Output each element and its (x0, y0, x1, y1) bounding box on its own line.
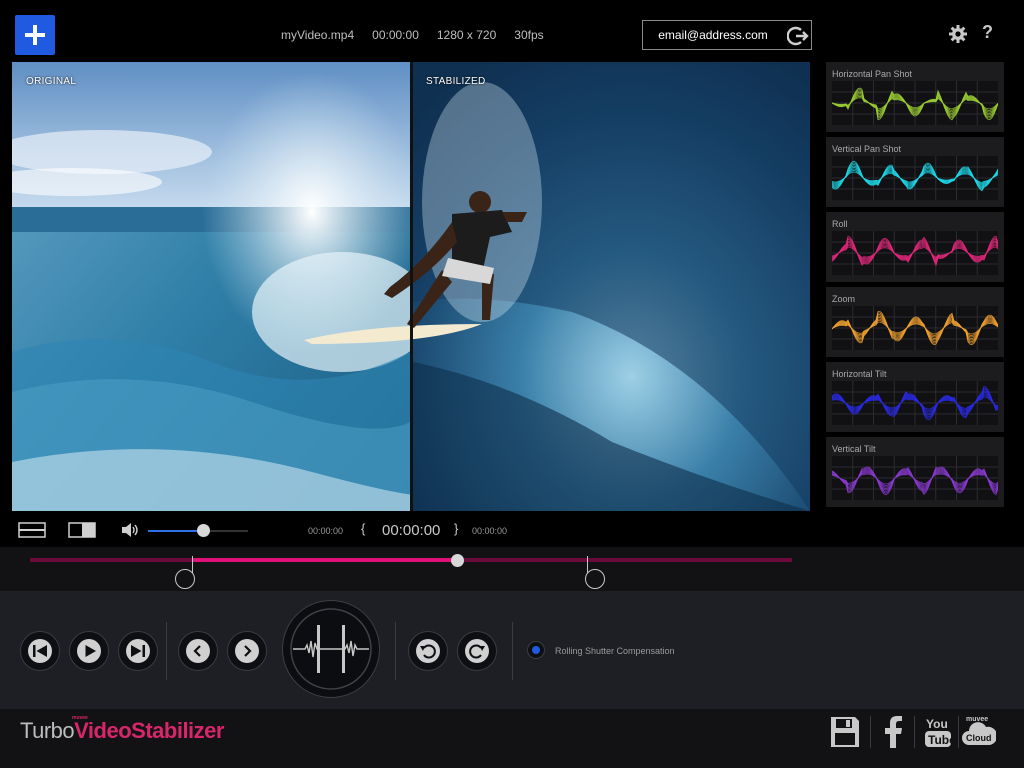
timeline (0, 547, 1024, 591)
cloud-button[interactable]: muvee Cloud (962, 716, 996, 748)
graph-title: Horizontal Tilt (832, 369, 887, 379)
divider (958, 716, 959, 748)
email-box (642, 20, 812, 50)
stabilize-icon (290, 608, 372, 690)
video-preview: ORIGINAL STABILIZED (12, 62, 810, 511)
file-resolution: 1280 x 720 (436, 28, 497, 42)
skip-forward-icon (126, 639, 150, 663)
graph-zoom[interactable]: Zoom (826, 287, 1004, 357)
divider (870, 716, 871, 748)
skip-forward-button[interactable] (118, 631, 158, 671)
timeline-track[interactable] (0, 547, 1024, 591)
brand-muvee: muvee (72, 715, 88, 721)
graph-horizontal-pan[interactable]: Horizontal Pan Shot (826, 62, 1004, 132)
skip-back-icon (28, 639, 52, 663)
waveform-graph (832, 231, 998, 275)
split-divider[interactable] (410, 62, 413, 511)
save-icon[interactable] (830, 716, 860, 748)
waveform-graph (832, 156, 998, 200)
trim-end-marker[interactable] (585, 556, 605, 590)
brand-stabilizer: VideoStabilizer (74, 718, 224, 743)
help-icon[interactable]: ? (982, 22, 996, 43)
stabilize-button[interactable] (282, 600, 380, 698)
volume-knob[interactable] (197, 524, 210, 537)
skip-back-button[interactable] (20, 631, 60, 671)
youtube-icon[interactable]: You Tube (925, 716, 951, 748)
graph-horizontal-tilt[interactable]: Horizontal Tilt (826, 362, 1004, 432)
plus-icon (25, 25, 45, 45)
redo-icon (465, 639, 489, 663)
facebook-icon[interactable] (882, 716, 904, 748)
file-info: myVideo.mp4 00:00:00 1280 x 720 30fps (281, 28, 562, 42)
waveform-graph (832, 381, 998, 425)
original-label: ORIGINAL (26, 76, 77, 87)
brand-turbo: Turbo (20, 718, 75, 743)
graph-title: Vertical Tilt (832, 444, 876, 454)
file-duration: 00:00:00 (372, 28, 419, 42)
app-window: myVideo.mp4 00:00:00 1280 x 720 30fps ? (0, 0, 1024, 768)
play-icon (77, 639, 101, 663)
svg-text:You: You (926, 717, 948, 731)
single-view-icon[interactable] (18, 522, 46, 538)
prev-frame-button[interactable] (178, 631, 218, 671)
add-video-button[interactable] (15, 15, 55, 55)
waveform-graph (832, 81, 998, 125)
brand-logo: TurboVideoStabilizer muvee (20, 715, 224, 744)
gear-icon[interactable] (948, 24, 968, 44)
graph-title: Zoom (832, 294, 856, 304)
divider (395, 622, 396, 680)
stabilized-label: STABILIZED (426, 76, 486, 87)
prev-frame-icon (186, 639, 210, 663)
email-field[interactable] (643, 28, 783, 42)
divider (914, 716, 915, 748)
split-view-icon[interactable] (68, 522, 96, 538)
graph-title: Horizontal Pan Shot (832, 69, 913, 79)
trim-start-time: 00:00:00 (308, 526, 344, 536)
redo-button[interactable] (457, 631, 497, 671)
cloud-brand: muvee (966, 716, 989, 723)
next-frame-button[interactable] (227, 631, 267, 671)
top-bar: myVideo.mp4 00:00:00 1280 x 720 30fps ? (0, 0, 1024, 62)
file-fps: 30fps (514, 28, 544, 42)
toggle-dot (532, 646, 540, 654)
waveform-graph (832, 456, 998, 500)
svg-text:Tube: Tube (928, 733, 951, 747)
divider (512, 622, 513, 680)
graph-roll[interactable]: Roll (826, 212, 1004, 282)
divider (166, 622, 167, 680)
graph-title: Vertical Pan Shot (832, 144, 902, 154)
cloud-label: Cloud (966, 733, 992, 743)
motion-graphs-panel: Horizontal Pan Shot Vertical Pan Shot Ro… (826, 62, 1004, 512)
play-button[interactable] (69, 631, 109, 671)
volume-fill (148, 530, 203, 532)
trim-start-marker[interactable] (175, 556, 195, 590)
waveform-graph (832, 306, 998, 350)
trim-start-bracket-icon: { (361, 521, 366, 536)
volume-slider[interactable] (148, 524, 248, 537)
rolling-shutter-label: Rolling Shutter Compensation (555, 646, 675, 656)
signout-icon[interactable] (787, 25, 809, 47)
playhead-knob[interactable] (450, 554, 464, 567)
rolling-shutter-toggle[interactable] (527, 641, 545, 659)
playback-bar (0, 511, 1024, 547)
undo-icon (416, 639, 440, 663)
file-name: myVideo.mp4 (281, 28, 355, 42)
trim-end-time: 00:00:00 (472, 526, 508, 536)
graph-title: Roll (832, 219, 848, 229)
undo-button[interactable] (408, 631, 448, 671)
current-time: 00:00:00 (382, 522, 441, 539)
graph-vertical-tilt[interactable]: Vertical Tilt (826, 437, 1004, 507)
volume-icon[interactable] (120, 521, 140, 539)
graph-vertical-pan[interactable]: Vertical Pan Shot (826, 137, 1004, 207)
next-frame-icon (235, 639, 259, 663)
trim-end-bracket-icon: } (454, 521, 459, 536)
